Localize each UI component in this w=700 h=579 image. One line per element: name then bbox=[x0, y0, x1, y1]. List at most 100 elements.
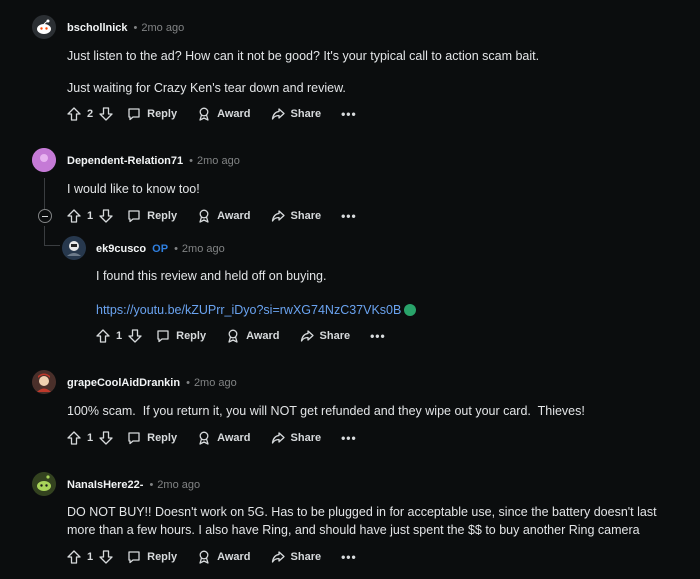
award-icon bbox=[199, 431, 209, 445]
reply-button[interactable]: Reply bbox=[127, 107, 177, 121]
share-button[interactable]: Share bbox=[271, 107, 322, 121]
downvote-icon[interactable] bbox=[128, 329, 142, 343]
reply-button[interactable]: Reply bbox=[127, 209, 177, 223]
award-icon bbox=[199, 107, 209, 121]
reply-button[interactable]: Reply bbox=[156, 329, 206, 343]
comment-text: I found this review and held off on buyi… bbox=[96, 269, 327, 283]
avatar[interactable] bbox=[62, 236, 86, 260]
comment-author[interactable]: ek9cusco bbox=[96, 243, 146, 255]
comment-author[interactable]: NanaIsHere22- bbox=[67, 479, 143, 491]
reply-icon bbox=[128, 210, 140, 223]
comment-text: DO NOT BUY!! Doesn't work on 5G. Has to … bbox=[67, 505, 657, 537]
comment-text: I would like to know too! bbox=[67, 182, 200, 196]
reply-button[interactable]: Reply bbox=[127, 431, 177, 445]
upvote-icon[interactable] bbox=[67, 431, 81, 445]
share-icon bbox=[271, 551, 285, 563]
avatar[interactable] bbox=[32, 15, 56, 39]
upvote-icon[interactable] bbox=[67, 209, 81, 223]
comment-timestamp[interactable]: 2mo ago bbox=[157, 479, 200, 491]
comment-timestamp[interactable]: 2mo ago bbox=[197, 155, 240, 167]
op-badge: OP bbox=[152, 243, 169, 255]
award-button[interactable]: Award bbox=[197, 107, 251, 121]
meta-separator: • bbox=[186, 377, 190, 389]
collapse-thread-button[interactable] bbox=[38, 209, 52, 223]
share-icon bbox=[271, 432, 285, 444]
user-avatar-icon bbox=[32, 148, 56, 172]
reply-label: Reply bbox=[147, 210, 178, 222]
comment-author[interactable]: bschollnick bbox=[67, 22, 128, 34]
award-label: Award bbox=[217, 432, 251, 444]
award-button[interactable]: Award bbox=[226, 329, 280, 343]
snoo-avatar-icon bbox=[37, 19, 51, 34]
more-options-icon[interactable]: ••• bbox=[341, 107, 357, 121]
thread-line bbox=[44, 178, 45, 210]
award-icon bbox=[228, 329, 238, 343]
more-options-icon[interactable]: ••• bbox=[341, 209, 357, 223]
more-options-icon[interactable]: ••• bbox=[341, 431, 357, 445]
award-icon bbox=[199, 209, 209, 223]
comment-author[interactable]: Dependent-Relation71 bbox=[67, 155, 183, 167]
more-options-icon[interactable]: ••• bbox=[370, 329, 386, 343]
vote-count: 1 bbox=[87, 210, 94, 222]
reply-icon bbox=[128, 432, 140, 445]
award-label: Award bbox=[217, 551, 251, 563]
share-button[interactable]: Share bbox=[300, 329, 351, 343]
share-label: Share bbox=[319, 330, 351, 342]
downvote-icon[interactable] bbox=[99, 431, 113, 445]
comment-author[interactable]: grapeCoolAidDrankin bbox=[67, 377, 180, 389]
comment-timestamp[interactable]: 2mo ago bbox=[141, 22, 184, 34]
vote-count: 2 bbox=[87, 108, 94, 120]
share-button[interactable]: Share bbox=[271, 431, 322, 445]
downvote-icon[interactable] bbox=[99, 107, 113, 121]
share-label: Share bbox=[290, 551, 322, 563]
award-label: Award bbox=[217, 108, 251, 120]
meta-separator: • bbox=[189, 155, 193, 167]
minus-icon bbox=[42, 215, 48, 217]
share-icon bbox=[271, 108, 285, 120]
share-icon bbox=[300, 330, 314, 342]
thread-line bbox=[44, 226, 45, 246]
user-avatar-icon bbox=[32, 370, 56, 394]
share-button[interactable]: Share bbox=[271, 209, 322, 223]
share-label: Share bbox=[290, 210, 322, 222]
award-button[interactable]: Award bbox=[197, 550, 251, 564]
comment-text: Just waiting for Crazy Ken's tear down a… bbox=[67, 81, 346, 95]
reply-label: Reply bbox=[147, 551, 178, 563]
comment-timestamp[interactable]: 2mo ago bbox=[194, 377, 237, 389]
upvote-icon[interactable] bbox=[67, 107, 81, 121]
more-options-icon[interactable]: ••• bbox=[341, 550, 357, 564]
vote-count: 1 bbox=[87, 432, 94, 444]
downvote-icon[interactable] bbox=[99, 550, 113, 564]
reply-button[interactable]: Reply bbox=[127, 550, 177, 564]
verified-check-icon bbox=[404, 304, 417, 316]
upvote-icon[interactable] bbox=[67, 550, 81, 564]
avatar[interactable] bbox=[32, 472, 56, 496]
share-button[interactable]: Share bbox=[271, 550, 322, 564]
snoo-avatar-icon bbox=[32, 472, 56, 496]
comment-text: Just listen to the ad? How can it not be… bbox=[67, 49, 540, 63]
share-label: Share bbox=[290, 432, 322, 444]
reply-icon bbox=[157, 330, 169, 343]
share-icon bbox=[271, 210, 285, 222]
award-button[interactable]: Award bbox=[197, 431, 251, 445]
vote-count: 1 bbox=[116, 330, 123, 342]
share-label: Share bbox=[290, 108, 322, 120]
upvote-icon[interactable] bbox=[96, 329, 110, 343]
comment-text: 100% scam. If you return it, you will NO… bbox=[67, 404, 585, 418]
comment-timestamp[interactable]: 2mo ago bbox=[182, 243, 225, 255]
youtube-link[interactable]: https://youtu.be/kZUPrr_iDyo?si=rwXG74Nz… bbox=[96, 303, 401, 317]
award-button[interactable]: Award bbox=[197, 209, 251, 223]
reply-icon bbox=[128, 551, 140, 564]
user-avatar-icon bbox=[62, 236, 86, 260]
avatar[interactable] bbox=[32, 148, 56, 172]
award-icon bbox=[199, 550, 209, 564]
vote-count: 1 bbox=[87, 551, 94, 563]
avatar[interactable] bbox=[32, 370, 56, 394]
reply-label: Reply bbox=[147, 432, 178, 444]
award-label: Award bbox=[217, 210, 251, 222]
thread-connector bbox=[44, 245, 60, 246]
reply-label: Reply bbox=[147, 108, 178, 120]
downvote-icon[interactable] bbox=[99, 209, 113, 223]
meta-separator: • bbox=[149, 479, 154, 491]
meta-separator: • bbox=[133, 22, 138, 34]
